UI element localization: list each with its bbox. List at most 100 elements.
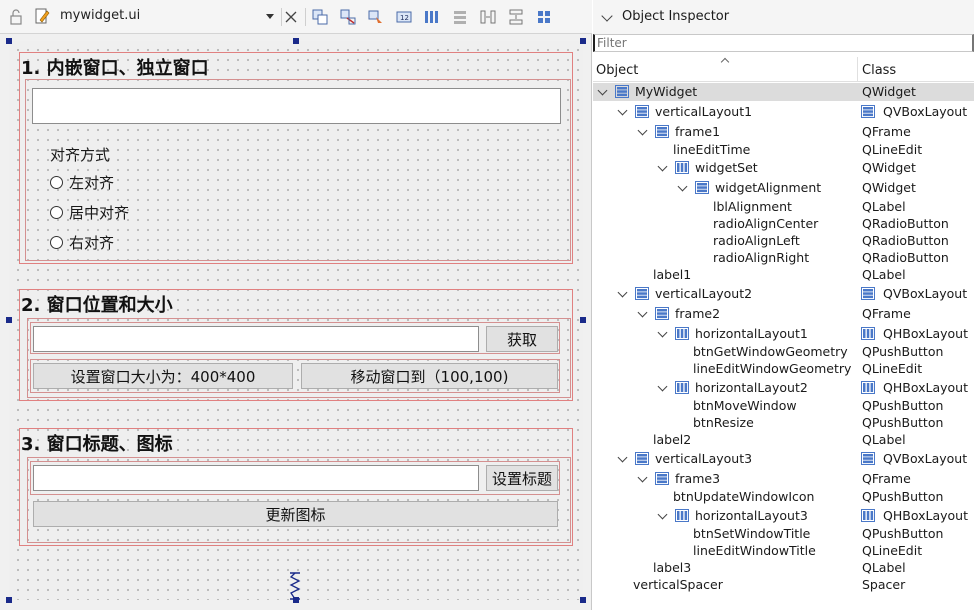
toolbar-separator [281, 8, 282, 26]
edit-tab-order-icon[interactable]: 12 [396, 9, 412, 25]
tree-row[interactable]: widgetSet QWidget [593, 159, 974, 177]
tree-row[interactable]: label3 QLabel [593, 559, 974, 577]
selection-handle[interactable] [6, 317, 12, 323]
move-window-button[interactable]: 移动窗口到（100,100) [301, 363, 558, 389]
expand-arrow-icon[interactable] [637, 472, 648, 483]
section-3-title[interactable]: 3. 窗口标题、图标 [21, 430, 173, 456]
tree-row[interactable]: lineEditWindowTitle QLineEdit [593, 542, 974, 560]
hbox-layout-icon [675, 161, 689, 174]
update-icon-button[interactable]: 更新图标 [33, 501, 558, 527]
layout-grid-icon[interactable] [536, 9, 552, 25]
expand-arrow-icon[interactable] [677, 181, 688, 192]
expand-arrow-icon[interactable] [637, 125, 648, 136]
tree-row[interactable]: verticalLayout1 QVBoxLayout [593, 103, 974, 121]
radio-align-right[interactable]: 右对齐 [50, 232, 114, 253]
resize-button[interactable]: 设置窗口大小为：400*400 [33, 363, 293, 389]
selection-handle[interactable] [293, 38, 299, 44]
inspector-title: Object Inspector [622, 9, 730, 24]
tree-row[interactable]: radioAlignRight QRadioButton [593, 249, 974, 267]
tree-row[interactable]: widgetAlignment QWidget [593, 179, 974, 197]
section-2-title[interactable]: 2. 窗口位置和大小 [21, 291, 173, 317]
form-canvas[interactable]: 1. 内嵌窗口、独立窗口 对齐方式 左对齐 居中对齐 右对齐 2. 窗口位置和大… [6, 38, 586, 603]
expand-arrow-icon[interactable] [617, 452, 628, 463]
selection-handle[interactable] [580, 597, 586, 603]
expand-arrow-icon[interactable] [657, 509, 668, 520]
object-class: QHBoxLayout [883, 380, 968, 395]
object-class: Spacer [862, 577, 906, 592]
lock-icon[interactable] [8, 9, 24, 25]
designer-toolbar: mywidget.ui 12 [0, 0, 592, 34]
expand-arrow-icon[interactable] [617, 287, 628, 298]
selection-handle[interactable] [6, 597, 12, 603]
object-class: QWidget [862, 160, 916, 175]
layout-vertical-splitter-icon[interactable] [508, 9, 524, 25]
object-class: QLabel [862, 199, 906, 214]
filter-input[interactable] [593, 34, 974, 52]
close-icon[interactable] [283, 9, 299, 25]
tree-row[interactable]: horizontalLayout2 QHBoxLayout [593, 379, 974, 397]
selection-handle[interactable] [6, 38, 12, 44]
tree-row[interactable]: lineEditWindowGeometry QLineEdit [593, 360, 974, 378]
tree-row[interactable]: radioAlignLeft QRadioButton [593, 232, 974, 250]
column-separator[interactable] [857, 57, 858, 81]
set-title-button[interactable]: 设置标题 [486, 465, 558, 491]
expand-arrow-icon[interactable] [637, 307, 648, 318]
expand-arrow-icon[interactable] [597, 85, 608, 96]
selection-handle[interactable] [580, 317, 586, 323]
layout-vertical-icon[interactable] [452, 9, 468, 25]
edit-widgets-icon[interactable] [312, 9, 328, 25]
tree-row[interactable]: btnGetWindowGeometry QPushButton [593, 343, 974, 361]
layout-horizontal-icon[interactable] [424, 9, 440, 25]
tree-row[interactable]: btnResize QPushButton [593, 414, 974, 432]
tree-row[interactable]: label2 QLabel [593, 431, 974, 449]
tree-row[interactable]: btnUpdateWindowIcon QPushButton [593, 488, 974, 506]
tree-row[interactable]: horizontalLayout1 QHBoxLayout [593, 325, 974, 343]
radio-align-left[interactable]: 左对齐 [50, 172, 114, 193]
tree-row[interactable]: MyWidget QWidget [593, 83, 974, 101]
tree-row[interactable]: btnSetWindowTitle QPushButton [593, 525, 974, 543]
column-object[interactable]: Object [596, 63, 638, 78]
object-class: QPushButton [862, 526, 944, 541]
time-line-edit[interactable] [32, 88, 561, 124]
tree-row[interactable]: lblAlignment QLabel [593, 198, 974, 216]
layout-horizontal-splitter-icon[interactable] [480, 9, 496, 25]
radio-align-center[interactable]: 居中对齐 [50, 202, 129, 223]
window-geometry-line-edit[interactable] [33, 326, 479, 352]
vertical-spacer-icon[interactable] [287, 571, 303, 601]
tree-row[interactable]: label1 QLabel [593, 266, 974, 284]
object-class: QLineEdit [862, 361, 923, 376]
object-class: QLabel [862, 560, 906, 575]
object-class: QVBoxLayout [883, 104, 968, 119]
tree-row[interactable]: verticalSpacer Spacer [593, 576, 974, 594]
file-selector-combo[interactable]: mywidget.ui [30, 7, 278, 27]
expand-arrow-icon[interactable] [657, 381, 668, 392]
expand-arrow-icon[interactable] [617, 105, 628, 116]
window-title-line-edit[interactable] [33, 465, 479, 491]
tree-row[interactable]: frame2 QFrame [593, 305, 974, 323]
tree-row[interactable]: radioAlignCenter QRadioButton [593, 215, 974, 233]
chevron-down-icon [266, 14, 274, 19]
chevron-down-icon[interactable] [601, 10, 613, 22]
tree-row[interactable]: btnMoveWindow QPushButton [593, 397, 974, 415]
edit-buddies-icon[interactable] [368, 9, 384, 25]
expand-arrow-icon[interactable] [657, 161, 668, 172]
column-class[interactable]: Class [862, 63, 896, 78]
section-1-title[interactable]: 1. 内嵌窗口、独立窗口 [21, 54, 209, 80]
tree-row[interactable]: lineEditTime QLineEdit [593, 141, 974, 159]
tree-row[interactable]: verticalLayout3 QVBoxLayout [593, 450, 974, 468]
object-name: frame2 [675, 306, 721, 321]
expand-arrow-icon[interactable] [657, 327, 668, 338]
object-name: label3 [653, 560, 692, 575]
get-geometry-button[interactable]: 获取 [486, 326, 558, 352]
tree-row[interactable]: horizontalLayout3 QHBoxLayout [593, 507, 974, 525]
tree-row[interactable]: frame3 QFrame [593, 470, 974, 488]
object-name: label1 [653, 267, 692, 282]
object-name: btnUpdateWindowIcon [673, 489, 815, 504]
selection-handle[interactable] [580, 38, 586, 44]
tree-row[interactable]: verticalLayout2 QVBoxLayout [593, 285, 974, 303]
edit-signals-icon[interactable] [340, 9, 356, 25]
tree-row[interactable]: frame1 QFrame [593, 123, 974, 141]
object-class: QFrame [862, 306, 911, 321]
object-name: radioAlignCenter [713, 216, 819, 231]
object-class: QPushButton [862, 415, 944, 430]
